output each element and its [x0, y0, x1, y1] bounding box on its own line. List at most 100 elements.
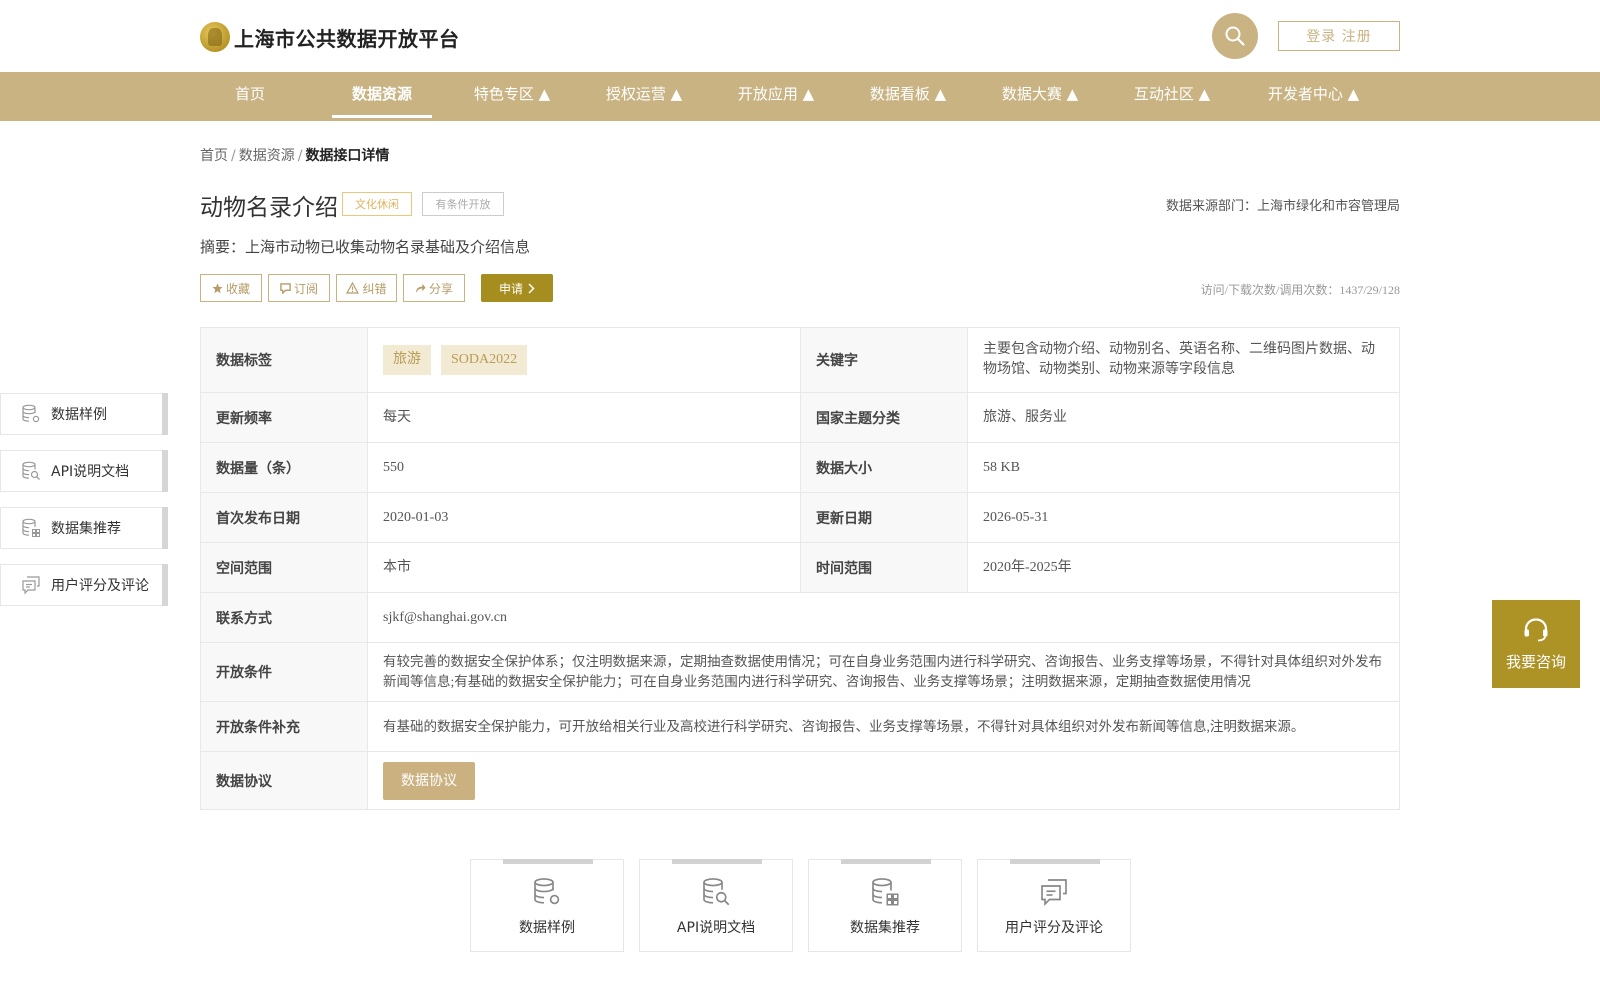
count-value: 550 — [368, 443, 801, 492]
bookmark-icon — [280, 282, 291, 294]
logo-icon — [200, 22, 230, 52]
table-row: 空间范围 本市 时间范围 2020年-2025年 — [201, 543, 1399, 593]
frequency-value: 每天 — [368, 393, 801, 442]
report-error-label: 纠错 — [362, 281, 387, 296]
category-tag: 文化休闲 — [342, 192, 412, 216]
card-dataset-recommend[interactable]: 数据集推荐 — [808, 859, 962, 952]
table-row: 开放条件 有较完善的数据安全保护体系；仅注明数据来源，定期抽查数据使用情况；可在… — [201, 643, 1399, 702]
nav-item-community[interactable]: 互动社区 ▲ — [1122, 72, 1222, 121]
condition-label: 开放条件 — [201, 643, 368, 701]
nav-item-data-resources[interactable]: 数据资源 — [332, 72, 432, 121]
breadcrumb-separator: / — [231, 148, 236, 164]
favorite-label: 收藏 — [225, 281, 250, 296]
nav-item-open-apps[interactable]: 开放应用 ▲ — [726, 72, 826, 121]
logo-text: 上海市公共数据开放平台 — [234, 26, 460, 51]
card-label: API说明文档 — [676, 920, 756, 936]
frequency-label: 更新频率 — [201, 393, 368, 442]
warning-icon — [346, 282, 360, 294]
tag-pill[interactable]: SODA2022 — [441, 345, 528, 375]
database-search-icon — [703, 878, 730, 906]
size-label: 数据大小 — [801, 443, 968, 492]
data-protocol-button[interactable]: 数据协议 — [383, 761, 475, 800]
condition-extra-value: 有基础的数据安全保护能力，可开放给相关行业及高校进行科学研究、咨询报告、业务支撑… — [383, 718, 1305, 734]
breadcrumb-current: 数据接口详情 — [305, 148, 390, 164]
share-label: 分享 — [428, 281, 453, 296]
favorite-button[interactable]: 收藏 — [200, 274, 262, 302]
size-value: 58 KB — [983, 459, 1020, 475]
time-value: 2020年-2025年 — [983, 559, 1072, 575]
time-label: 时间范围 — [801, 543, 968, 592]
tags-cell: 旅游 SODA2022 — [368, 328, 801, 392]
nav-item-authorized-ops[interactable]: 授权运营 ▲ — [594, 72, 694, 121]
subscribe-label: 订阅 — [293, 281, 318, 296]
headset-icon — [1524, 617, 1548, 641]
card-data-sample[interactable]: 数据样例 — [470, 859, 624, 952]
sidenav-item-ratings[interactable]: 用户评分及评论 — [0, 564, 168, 606]
nav-item-developer[interactable]: 开发者中心 ▲ — [1256, 72, 1371, 121]
share-icon — [415, 283, 426, 293]
report-error-button[interactable]: 纠错 — [336, 274, 397, 302]
database-grid-icon — [872, 878, 899, 906]
summary: 摘要：上海市动物已收集动物名录基础及介绍信息 — [200, 238, 531, 256]
table-row: 数据协议 数据协议 — [201, 752, 1399, 809]
sidenav-item-data-sample[interactable]: 数据样例 — [0, 393, 168, 435]
consult-button[interactable]: 我要咨询 — [1492, 600, 1580, 688]
protocol-cell: 数据协议 — [368, 752, 1399, 809]
tags-label: 数据标签 — [201, 328, 368, 392]
card-ratings[interactable]: 用户评分及评论 — [977, 859, 1131, 952]
login-register-button[interactable]: 登录 注册 — [1278, 21, 1400, 51]
database-settings-icon — [22, 404, 40, 423]
logo[interactable]: 上海市公共数据开放平台 — [200, 22, 460, 52]
contact-label: 联系方式 — [201, 593, 368, 642]
share-button[interactable]: 分享 — [403, 274, 465, 302]
breadcrumb-data-resources[interactable]: 数据资源 — [239, 148, 295, 164]
detail-table: 数据标签 旅游 SODA2022 关键字 主要包含动物介绍、动物别名、英语名称、… — [200, 327, 1400, 810]
breadcrumb: 首页 / 数据资源 / 数据接口详情 — [200, 145, 389, 165]
sidenav-item-api-doc[interactable]: API说明文档 — [0, 450, 168, 492]
consult-label: 我要咨询 — [1505, 652, 1566, 671]
tag-pill[interactable]: 旅游 — [383, 345, 431, 375]
page-title: 动物名录介绍 — [200, 195, 338, 221]
card-label: 用户评分及评论 — [1005, 920, 1103, 936]
nav-item-competition[interactable]: 数据大赛 ▲ — [990, 72, 1090, 121]
update-date-label: 更新日期 — [801, 493, 968, 542]
access-stats: 访问/下载次数/调用次数：1437/29/128 — [1200, 283, 1400, 297]
table-row: 开放条件补充 有基础的数据安全保护能力，可开放给相关行业及高校进行科学研究、咨询… — [201, 702, 1399, 752]
sidenav-label: 数据样例 — [51, 407, 107, 423]
breadcrumb-separator: / — [297, 148, 303, 164]
source-department: 数据来源部门：上海市绿化和市容管理局 — [1165, 199, 1400, 214]
search-button[interactable] — [1212, 13, 1258, 59]
card-api-doc[interactable]: API说明文档 — [639, 859, 793, 952]
chevron-right-icon — [528, 282, 535, 294]
card-label: 数据样例 — [519, 920, 575, 936]
sidenav-item-dataset-recommend[interactable]: 数据集推荐 — [0, 507, 168, 549]
protocol-label: 数据协议 — [201, 752, 368, 809]
condition-extra-label: 开放条件补充 — [201, 702, 368, 751]
first-date-value: 2020-01-03 — [368, 493, 801, 542]
breadcrumb-home[interactable]: 首页 — [200, 148, 228, 164]
search-icon — [1225, 26, 1245, 46]
comment-icon — [22, 576, 40, 595]
theme-label: 国家主题分类 — [801, 393, 968, 442]
first-date-label: 首次发布日期 — [201, 493, 368, 542]
nav-item-dashboard[interactable]: 数据看板 ▲ — [858, 72, 958, 121]
subscribe-button[interactable]: 订阅 — [268, 274, 330, 302]
theme-value: 旅游、服务业 — [983, 409, 1067, 425]
nav-item-featured[interactable]: 特色专区 ▲ — [462, 72, 562, 121]
nav-item-home[interactable]: 首页 — [215, 72, 285, 121]
table-row: 联系方式 sjkf@shanghai.gov.cn — [201, 593, 1399, 643]
keywords-label: 关键字 — [801, 328, 968, 392]
contact-value: sjkf@shanghai.gov.cn — [383, 609, 507, 625]
database-settings-icon — [534, 878, 560, 905]
apply-button[interactable]: 申请 — [481, 274, 553, 302]
keywords-value: 主要包含动物介绍、动物别名、英语名称、二维码图片数据、动物场馆、动物类别、动物来… — [983, 342, 1375, 377]
table-row: 数据量（条） 550 数据大小 58 KB — [201, 443, 1399, 493]
update-date-value: 2026-05-31 — [983, 509, 1049, 525]
header: 上海市公共数据开放平台 登录 注册 — [0, 0, 1600, 72]
comment-icon — [1041, 879, 1067, 906]
main-nav: 首页 数据资源 特色专区 ▲ 授权运营 ▲ 开放应用 ▲ 数据看板 ▲ 数据大赛… — [0, 72, 1600, 121]
database-search-icon — [22, 461, 40, 480]
table-row: 更新频率 每天 国家主题分类 旅游、服务业 — [201, 393, 1399, 443]
count-label: 数据量（条） — [201, 443, 368, 492]
open-type-tag: 有条件开放 — [422, 192, 504, 216]
